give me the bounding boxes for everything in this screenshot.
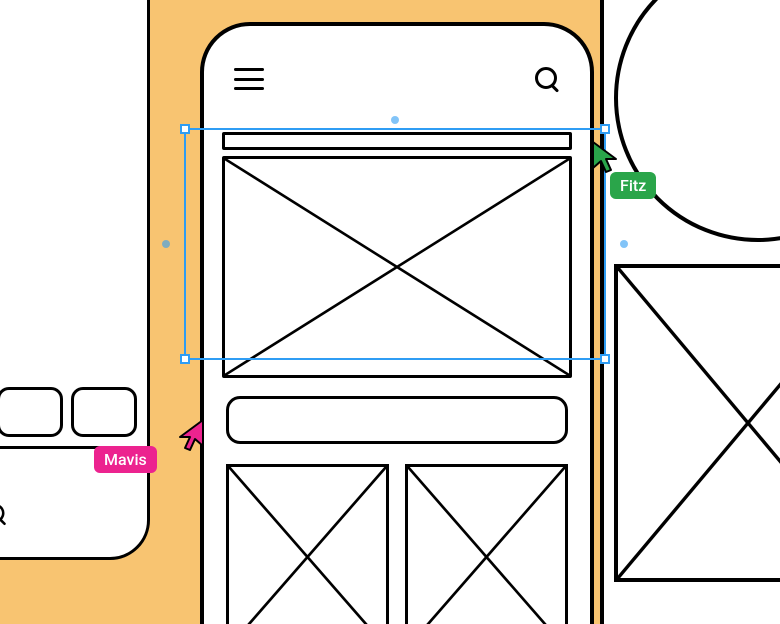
card-row: [226, 464, 568, 624]
hero-group[interactable]: [222, 132, 572, 372]
app-top-bar: [234, 66, 560, 92]
image-placeholder[interactable]: [405, 464, 568, 624]
phone-frame-left[interactable]: [0, 0, 150, 560]
hamburger-menu-icon[interactable]: [234, 68, 264, 90]
image-placeholder[interactable]: [222, 156, 572, 378]
phone-frame-right[interactable]: [600, 0, 780, 624]
snap-guide-dot: [162, 240, 170, 248]
collaborator-cursor-mavis: Mavis: [172, 418, 206, 456]
cursor-pointer-icon: [172, 418, 206, 452]
search-icon[interactable]: [0, 503, 7, 525]
resize-handle-top-left[interactable]: [180, 124, 190, 134]
collaborator-name-label: Mavis: [94, 446, 157, 473]
collaborator-name-label: Fitz: [610, 172, 656, 199]
image-placeholder[interactable]: [614, 264, 780, 582]
button-placeholder[interactable]: [226, 396, 568, 444]
image-placeholder[interactable]: [226, 464, 389, 624]
design-canvas[interactable]: Fitz Mavis: [0, 0, 780, 624]
heading-bar-placeholder[interactable]: [222, 132, 572, 150]
resize-handle-bottom-left[interactable]: [180, 354, 190, 364]
phone-frame-center[interactable]: [200, 22, 594, 624]
collaborator-cursor-fitz: Fitz: [590, 140, 618, 178]
search-icon[interactable]: [534, 66, 560, 92]
tab-placeholder[interactable]: [71, 387, 137, 437]
tab-row: [0, 387, 137, 437]
tab-placeholder[interactable]: [0, 387, 63, 437]
cursor-pointer-icon: [590, 140, 618, 174]
circle-placeholder[interactable]: [614, 0, 780, 242]
